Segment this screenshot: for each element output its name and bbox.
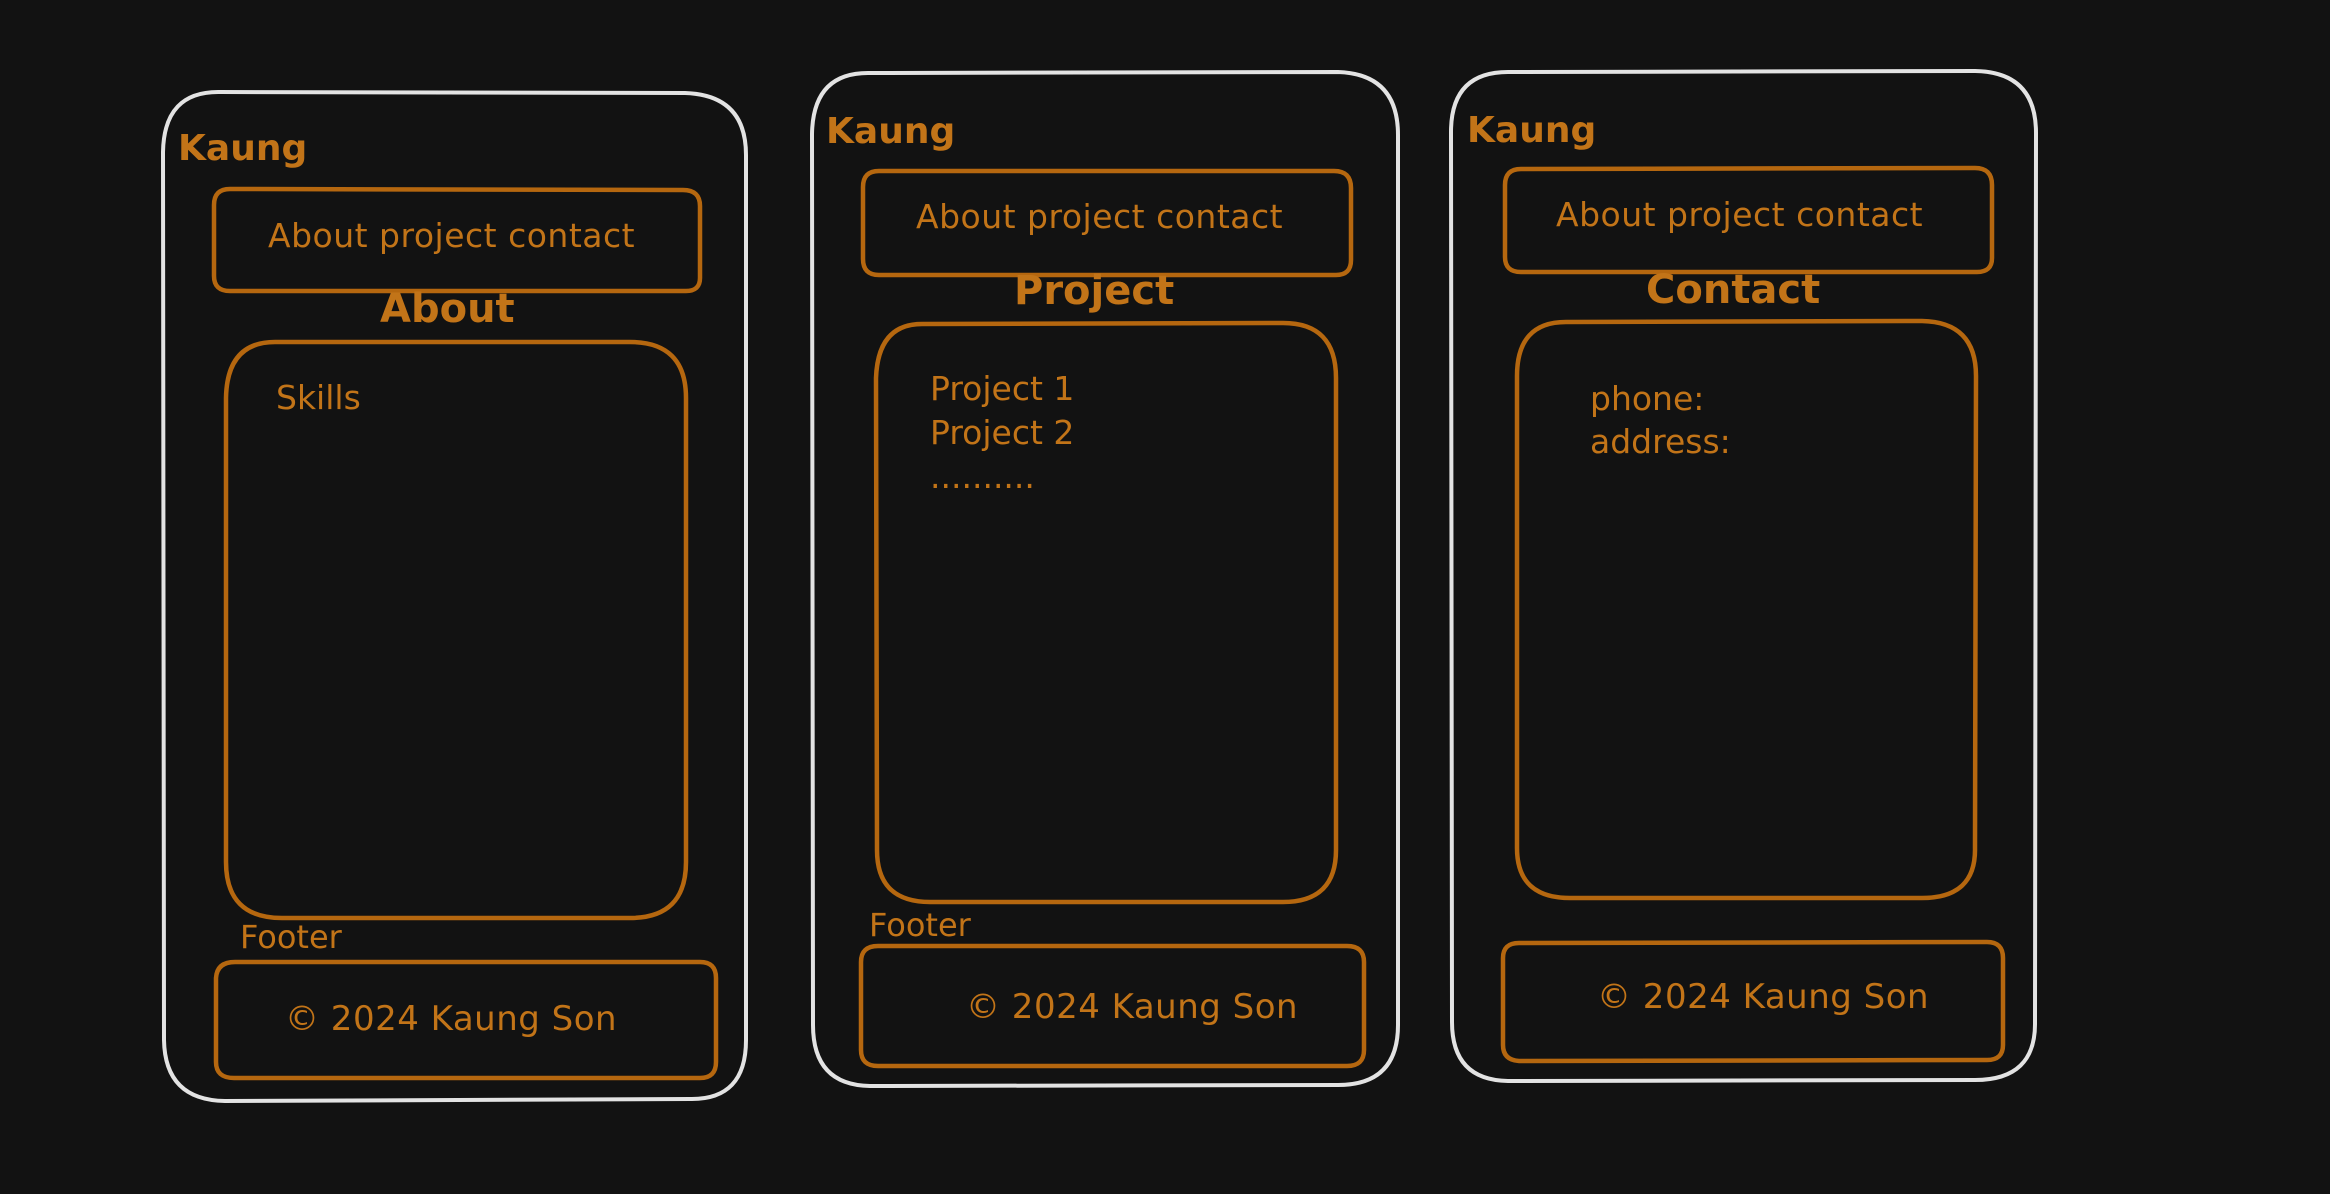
footer-copyright: © 2024 Kaung Son [285, 999, 618, 1039]
nav-links[interactable]: About project contact [1556, 198, 1923, 231]
content-item: Skills [276, 378, 361, 417]
footer-label: Footer [240, 918, 342, 956]
brand-logo: Kaung [1467, 110, 1597, 151]
content-box [873, 320, 1339, 905]
content-item: address: [1590, 422, 1731, 461]
footer-copyright: © 2024 Kaung Son [966, 987, 1299, 1027]
brand-logo: Kaung [826, 111, 956, 152]
section-title: Project [1014, 268, 1175, 314]
footer-copyright: © 2024 Kaung Son [1597, 977, 1930, 1017]
content-item: Project 2 [930, 413, 1075, 452]
content-item: phone: [1590, 379, 1705, 418]
content-box [223, 339, 689, 921]
content-item: .......... [930, 457, 1035, 496]
content-box [1514, 318, 1979, 901]
nav-links[interactable]: About project contact [916, 200, 1283, 233]
section-title: About [380, 286, 515, 332]
content-item: Project 1 [930, 369, 1075, 408]
brand-logo: Kaung [178, 128, 308, 169]
nav-links[interactable]: About project contact [268, 219, 635, 252]
section-title: Contact [1646, 267, 1821, 313]
footer-label: Footer [869, 906, 971, 944]
